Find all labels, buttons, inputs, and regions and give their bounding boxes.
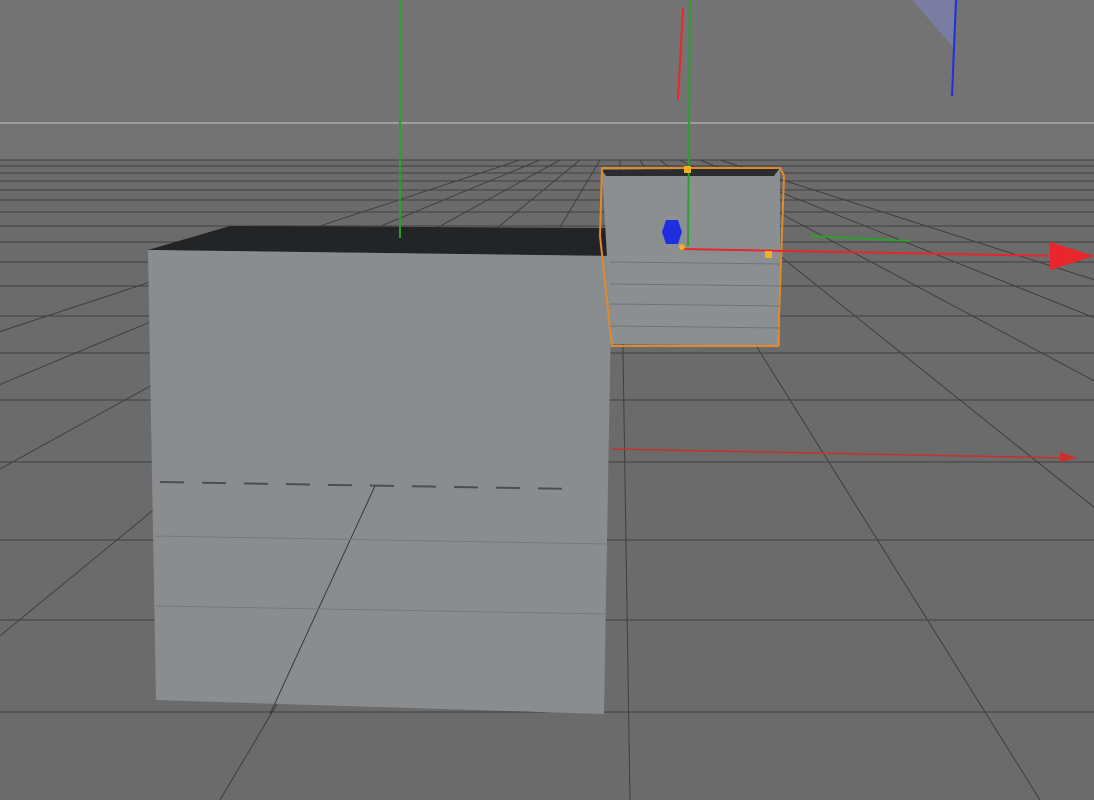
cube-large[interactable] [148, 226, 612, 715]
sky-area [0, 0, 1094, 160]
cube-selected[interactable] [598, 167, 786, 347]
pivot-point-icon[interactable] [679, 244, 685, 250]
viewport-canvas[interactable] [0, 0, 1094, 800]
scale-handle-top-icon[interactable] [684, 166, 691, 173]
scale-handle-right-icon[interactable] [765, 251, 772, 258]
3d-viewport[interactable] [0, 0, 1094, 800]
z-axis-handle-icon[interactable] [662, 220, 682, 244]
cube-selected-face [602, 168, 780, 346]
